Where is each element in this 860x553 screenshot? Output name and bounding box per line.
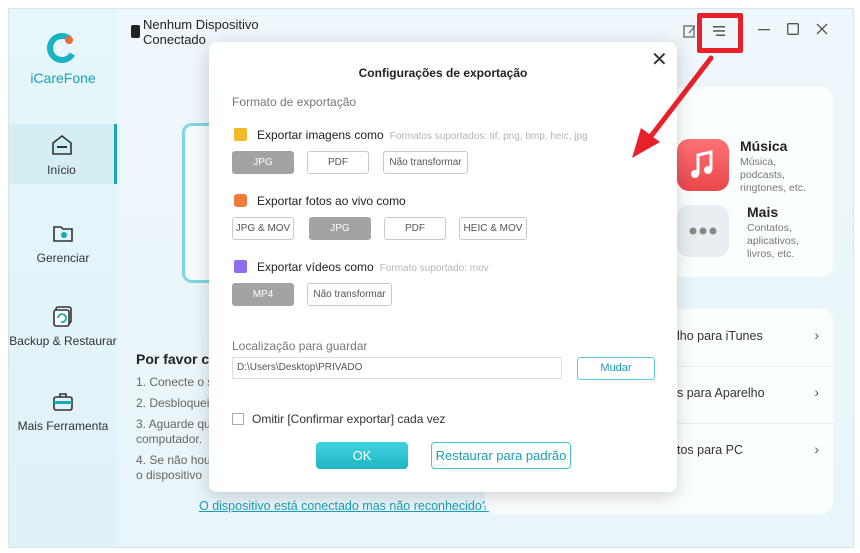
home-icon	[51, 134, 72, 155]
videos-option-no-transform[interactable]: Não transformar	[307, 283, 392, 306]
live-option-heic-mov[interactable]: HEIC & MOV	[459, 217, 527, 240]
live-option-jpg[interactable]: JPG	[309, 217, 371, 240]
more-dots-icon	[689, 227, 717, 235]
music-tile[interactable]	[677, 139, 729, 191]
live-photo-icon	[234, 194, 247, 207]
music-desc: Música, podcasts, ringtones, etc.	[740, 156, 820, 195]
sidebar-item-inicio[interactable]: Início	[9, 124, 117, 184]
live-option-pdf[interactable]: PDF	[384, 217, 446, 240]
change-path-button[interactable]: Mudar	[577, 357, 655, 380]
save-location-label: Localização para guardar	[232, 339, 368, 353]
videos-label: Exportar vídeos como	[257, 260, 374, 274]
images-option-no-transform[interactable]: Não transformar	[383, 151, 468, 174]
maximize-icon[interactable]	[787, 23, 799, 35]
ok-button[interactable]: OK	[316, 442, 408, 469]
sidebar-item-gerenciar[interactable]: Gerenciar	[9, 221, 117, 281]
sidebar-item-label: Gerenciar	[36, 251, 90, 265]
music-title: Música	[740, 138, 788, 154]
chevron-right-icon: ›	[814, 327, 819, 343]
desc-line: podcasts,	[740, 169, 785, 181]
desc-line: ringtones, etc.	[740, 182, 806, 194]
feedback-icon[interactable]	[683, 24, 697, 38]
images-hint: Formatos suportados: tif, png, bmp, heic…	[389, 131, 588, 142]
images-option-jpg[interactable]: JPG	[232, 151, 294, 174]
videos-option-mp4[interactable]: MP4	[232, 283, 294, 306]
more-desc: Contatos, aplicativos, livros, etc.	[747, 222, 827, 261]
sidebar-item-label: Backup & Restaurar	[9, 334, 117, 348]
sidebar: iCareFone Início Gerenciar Backup & Rest…	[9, 9, 117, 547]
live-option-heading: Exportar fotos ao vivo como	[234, 194, 406, 208]
images-label: Exportar imagens como	[257, 128, 384, 142]
sidebar-item-mais-ferramenta[interactable]: Mais Ferramenta	[9, 389, 117, 449]
more-title: Mais	[747, 204, 779, 220]
images-option-heading: Exportar imagens como Formatos suportados…	[234, 128, 588, 142]
dialog-title: Configurações de exportação	[358, 66, 528, 80]
dialog-close-icon[interactable]: ✕	[651, 47, 668, 72]
more-tile[interactable]	[677, 205, 729, 257]
live-label: Exportar fotos ao vivo como	[257, 194, 406, 208]
row-label: lho para iTunes	[677, 329, 763, 343]
sidebar-item-label: Início	[47, 163, 76, 177]
menu-icon[interactable]	[711, 25, 727, 37]
row-label: s para Aparelho	[677, 386, 765, 400]
device-status-line1: Nenhum Dispositivo	[143, 17, 259, 32]
chevron-right-icon: ›	[814, 384, 819, 400]
videos-option-heading: Exportar vídeos como Formato suportado: m…	[234, 260, 489, 274]
minimize-icon[interactable]	[758, 23, 770, 35]
sidebar-item-label: Mais Ferramenta	[17, 419, 109, 433]
live-option-jpg-mov[interactable]: JPG & MOV	[232, 217, 294, 240]
video-icon	[234, 260, 247, 273]
image-icon	[234, 128, 247, 141]
device-not-recognized-link[interactable]: O dispositivo está conectado mas não rec…	[199, 499, 489, 513]
skip-confirm-label: Omitir [Confirmar exportar] cada vez	[252, 412, 446, 426]
desc-line: livros, etc.	[747, 248, 795, 260]
desc-line: Contatos,	[747, 222, 792, 234]
icarefone-logo	[47, 33, 77, 63]
skip-confirm-checkbox[interactable]	[232, 413, 244, 425]
plug-icon	[131, 25, 140, 38]
folder-gear-icon	[53, 226, 73, 242]
restore-default-button[interactable]: Restaurar para padrão	[431, 442, 571, 469]
videos-hint: Formato suportado: mov	[379, 263, 489, 274]
desc-line: Música,	[740, 156, 777, 168]
export-settings-dialog: Configurações de exportação ✕ Formato de…	[209, 42, 677, 492]
backup-icon	[53, 306, 72, 327]
brand-name: iCareFone	[30, 70, 96, 86]
desc-line: aplicativos,	[747, 235, 799, 247]
close-icon[interactable]	[816, 23, 828, 35]
music-note-icon	[691, 150, 713, 178]
export-format-label: Formato de exportação	[232, 95, 357, 109]
toolbox-icon	[53, 393, 73, 411]
sidebar-item-backup[interactable]: Backup & Restaurar	[9, 304, 117, 364]
save-path-field[interactable]: D:\Users\Desktop\PRIVADO	[232, 357, 562, 379]
row-label: tos para PC	[677, 443, 744, 457]
images-option-pdf[interactable]: PDF	[307, 151, 369, 174]
chevron-right-icon: ›	[814, 441, 819, 457]
